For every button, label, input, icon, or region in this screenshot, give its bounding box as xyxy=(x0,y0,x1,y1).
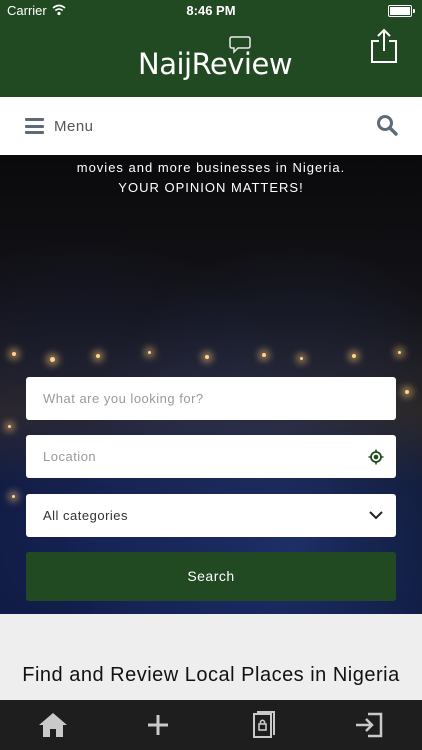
hero-title: Reviews in Nigeria xyxy=(104,108,318,130)
hero-subtitle: Find and write reviews on restaurants, h… xyxy=(20,138,402,198)
home-icon[interactable] xyxy=(37,710,69,740)
chevron-down-icon xyxy=(369,511,383,520)
battery-icon xyxy=(388,5,415,17)
category-selected-value: All categories xyxy=(43,508,129,523)
category-select[interactable]: All categories xyxy=(26,494,396,537)
search-query-input[interactable]: What are you looking for? xyxy=(26,377,396,420)
app-logo[interactable]: NaijReview xyxy=(138,47,293,81)
status-bar: Carrier 8:46 PM xyxy=(0,0,422,22)
add-icon[interactable] xyxy=(142,710,174,740)
bottom-tab-bar xyxy=(0,700,422,750)
search-button[interactable]: Search xyxy=(26,552,396,601)
directory-icon[interactable] xyxy=(248,710,280,740)
location-placeholder: Location xyxy=(43,449,97,464)
sign-in-icon[interactable] xyxy=(353,710,385,740)
share-icon[interactable] xyxy=(369,28,399,64)
app-header: NaijReview xyxy=(0,22,422,97)
section-heading: Find and Review Local Places in Nigeria xyxy=(22,664,400,686)
clock: 8:46 PM xyxy=(186,3,236,18)
hero-description: Find and write reviews on restaurants, h… xyxy=(32,140,390,175)
locate-icon[interactable] xyxy=(368,449,384,465)
search-query-placeholder: What are you looking for? xyxy=(43,391,204,406)
hero-tagline: YOUR OPINION MATTERS! xyxy=(118,180,304,195)
location-input[interactable]: Location xyxy=(26,435,396,478)
